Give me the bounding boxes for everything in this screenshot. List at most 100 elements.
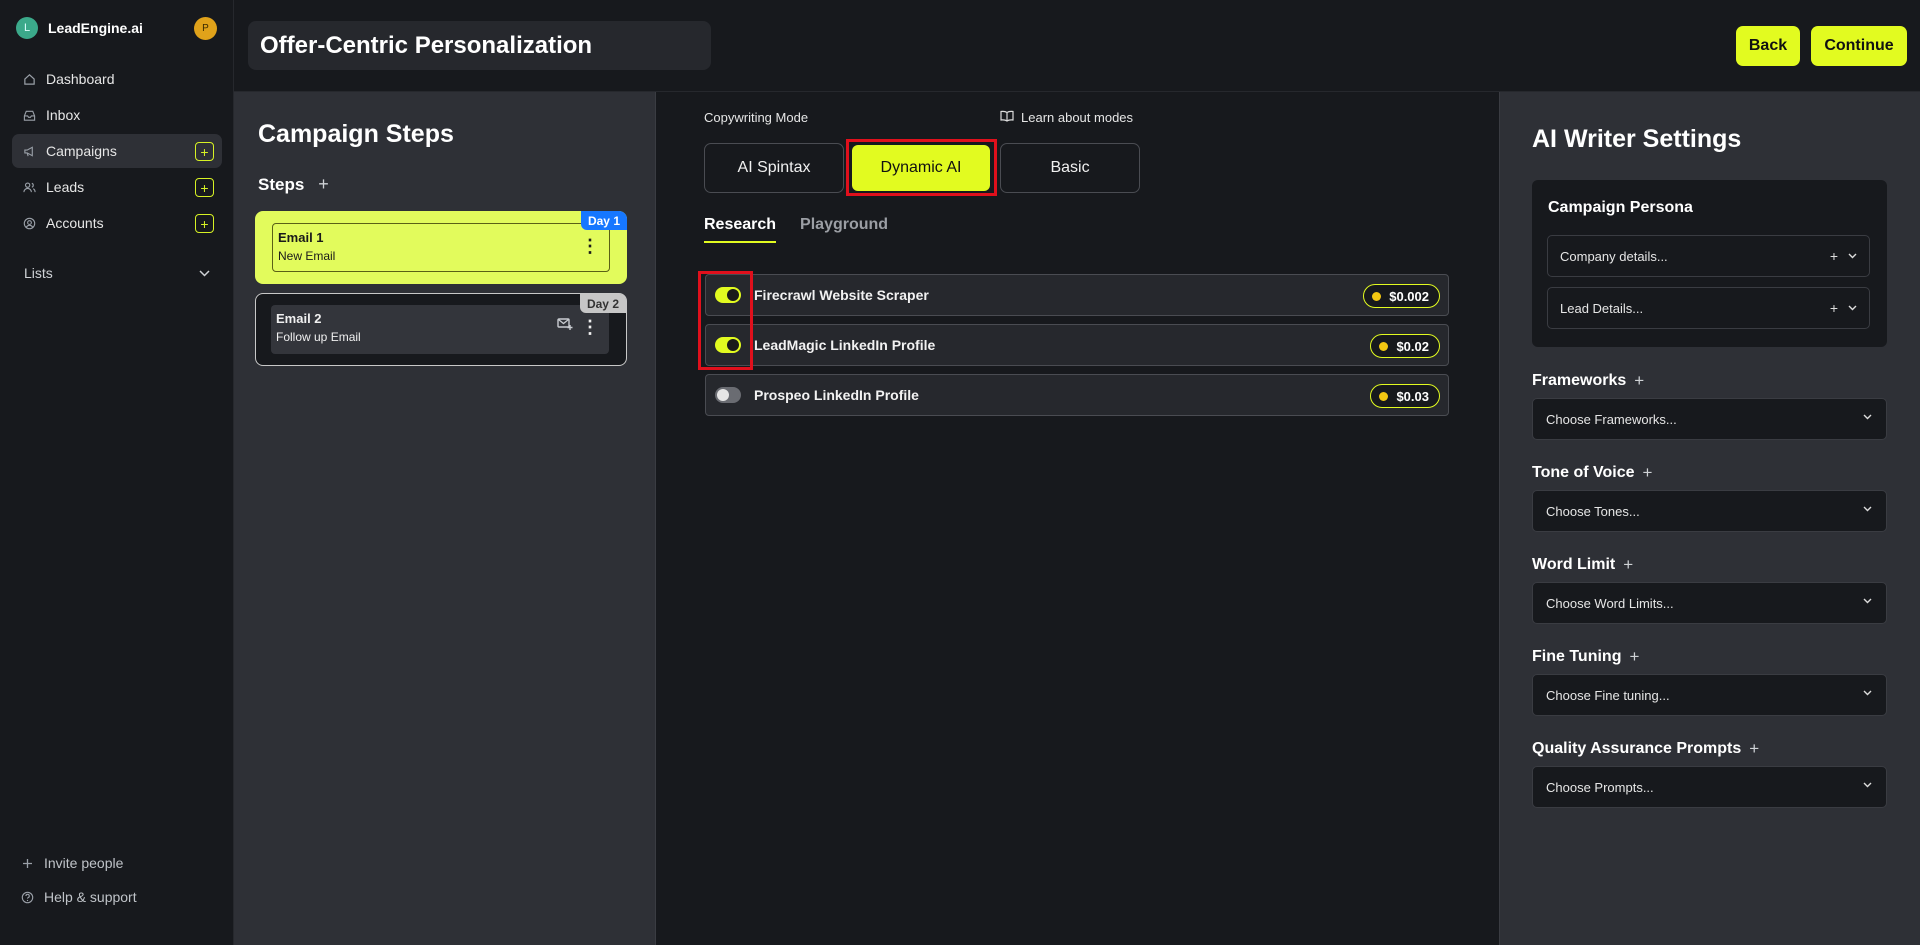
add-campaign-button[interactable]: + bbox=[195, 142, 214, 161]
chevron-down-icon[interactable] bbox=[1848, 251, 1857, 262]
dropdown-placeholder: Choose Fine tuning... bbox=[1546, 687, 1670, 703]
lists-label: Lists bbox=[24, 265, 53, 281]
dropdown-placeholder: Choose Word Limits... bbox=[1546, 595, 1674, 611]
step-content[interactable]: Email 1 New Email ⋮ bbox=[272, 223, 610, 272]
mode-dynamic-ai-button[interactable]: Dynamic AI bbox=[852, 145, 990, 191]
copywriting-tabs: Research Playground bbox=[704, 216, 912, 243]
help-support-link[interactable]: Help & support bbox=[20, 886, 137, 908]
brand[interactable]: L LeadEngine.ai bbox=[16, 16, 143, 40]
sidebar-item-dashboard[interactable]: Dashboard bbox=[12, 62, 222, 96]
fine-tuning-dropdown[interactable]: Choose Fine tuning... bbox=[1532, 674, 1887, 716]
sidebar-footer: Invite people Help & support bbox=[20, 852, 137, 920]
chevron-down-icon bbox=[1863, 688, 1872, 699]
invite-people-link[interactable]: Invite people bbox=[20, 852, 137, 874]
learn-label: Learn about modes bbox=[1021, 110, 1134, 125]
step-card-email-1[interactable]: Email 1 New Email ⋮ Day 1 bbox=[255, 211, 627, 284]
coin-icon bbox=[1379, 391, 1389, 401]
company-details-field[interactable]: Company details... + bbox=[1547, 235, 1870, 277]
section-label-text: Quality Assurance Prompts bbox=[1532, 740, 1742, 757]
lead-details-field[interactable]: Lead Details... + bbox=[1547, 287, 1870, 329]
ai-writer-settings-panel: AI Writer Settings Campaign Persona Comp… bbox=[1499, 92, 1920, 945]
step-desc: Follow up Email bbox=[276, 330, 361, 344]
lead-details-placeholder: Lead Details... bbox=[1560, 300, 1644, 316]
research-row: Prospeo LinkedIn Profile $0.03 bbox=[705, 374, 1449, 416]
chevron-down-icon bbox=[1863, 596, 1872, 607]
research-row: Firecrawl Website Scraper $0.002 bbox=[705, 274, 1449, 316]
users-icon bbox=[22, 180, 36, 194]
research-name: Firecrawl Website Scraper bbox=[754, 287, 929, 303]
add-framework-button[interactable]: + bbox=[1634, 371, 1644, 391]
sidebar-item-campaigns[interactable]: Campaigns + bbox=[12, 134, 222, 168]
word-limits-dropdown[interactable]: Choose Word Limits... bbox=[1532, 582, 1887, 624]
back-button[interactable]: Back bbox=[1736, 26, 1800, 66]
persona-title: Campaign Persona bbox=[1548, 199, 1693, 216]
invite-label: Invite people bbox=[44, 855, 124, 871]
sidebar-item-inbox[interactable]: Inbox bbox=[12, 98, 222, 132]
research-name: LeadMagic LinkedIn Profile bbox=[754, 337, 936, 353]
steps-subheading: Steps + bbox=[258, 174, 329, 195]
section-label-text: Fine Tuning bbox=[1532, 648, 1622, 665]
add-qa-prompt-button[interactable]: + bbox=[1749, 739, 1759, 759]
prospeo-toggle[interactable] bbox=[715, 387, 741, 403]
sidebar-item-label: Dashboard bbox=[46, 71, 115, 87]
mail-add-icon[interactable] bbox=[557, 317, 573, 331]
chevron-down-icon bbox=[1863, 412, 1872, 423]
day-badge: Day 2 bbox=[579, 294, 626, 313]
tab-playground[interactable]: Playground bbox=[800, 216, 888, 243]
qa-prompts-label: Quality Assurance Prompts + bbox=[1532, 739, 1759, 759]
step-content[interactable]: Email 2 Follow up Email ⋮ bbox=[271, 305, 609, 354]
leadmagic-toggle[interactable] bbox=[715, 337, 741, 353]
sidebar-item-label: Inbox bbox=[46, 107, 81, 123]
add-fine-tuning-button[interactable]: + bbox=[1629, 647, 1639, 667]
research-list: Firecrawl Website Scraper $0.002 LeadMag… bbox=[705, 274, 1449, 424]
add-step-button[interactable]: + bbox=[318, 174, 329, 195]
word-limit-label: Word Limit + bbox=[1532, 555, 1633, 575]
ai-settings-title: AI Writer Settings bbox=[1532, 125, 1742, 153]
research-name: Prospeo LinkedIn Profile bbox=[754, 387, 919, 403]
sidebar-nav: Dashboard Inbox Campaigns + Leads + Acco… bbox=[12, 62, 222, 242]
plus-icon[interactable]: + bbox=[1830, 300, 1838, 316]
chevron-down-icon bbox=[199, 266, 210, 280]
mode-ai-spintax-button[interactable]: AI Spintax bbox=[704, 143, 844, 193]
brand-logo: L bbox=[16, 17, 38, 39]
continue-button[interactable]: Continue bbox=[1811, 26, 1907, 66]
sidebar-item-accounts[interactable]: Accounts + bbox=[12, 206, 222, 240]
research-row: LeadMagic LinkedIn Profile $0.02 bbox=[705, 324, 1449, 366]
copywriting-panel: Copywriting Mode Learn about modes AI Sp… bbox=[656, 92, 1499, 945]
day-badge: Day 1 bbox=[580, 211, 627, 230]
tab-research[interactable]: Research bbox=[704, 216, 777, 243]
cost-badge: $0.002 bbox=[1363, 284, 1440, 308]
mode-basic-button[interactable]: Basic bbox=[1000, 143, 1140, 193]
lists-toggle[interactable]: Lists bbox=[24, 262, 210, 284]
account-icon bbox=[22, 216, 36, 230]
frameworks-dropdown[interactable]: Choose Frameworks... bbox=[1532, 398, 1887, 440]
cost-badge: $0.03 bbox=[1370, 384, 1440, 408]
cost-value: $0.02 bbox=[1396, 338, 1429, 354]
prompts-dropdown[interactable]: Choose Prompts... bbox=[1532, 766, 1887, 808]
coin-icon bbox=[1372, 291, 1382, 301]
step-desc: New Email bbox=[278, 249, 336, 263]
firecrawl-toggle[interactable] bbox=[715, 287, 741, 303]
section-label-text: Tone of Voice bbox=[1532, 464, 1635, 481]
chevron-down-icon[interactable] bbox=[1848, 303, 1857, 314]
field-icons: + bbox=[1830, 248, 1857, 264]
plus-icon[interactable]: + bbox=[1830, 248, 1838, 264]
add-account-button[interactable]: + bbox=[195, 214, 214, 233]
company-details-placeholder: Company details... bbox=[1560, 248, 1668, 264]
step-card-email-2[interactable]: Email 2 Follow up Email ⋮ Day 2 bbox=[255, 293, 627, 366]
add-tone-button[interactable]: + bbox=[1643, 463, 1653, 483]
tones-dropdown[interactable]: Choose Tones... bbox=[1532, 490, 1887, 532]
megaphone-icon bbox=[22, 144, 36, 158]
step-name: Email 2 bbox=[276, 311, 322, 326]
avatar[interactable]: P bbox=[194, 17, 217, 40]
cost-value: $0.002 bbox=[1389, 288, 1429, 304]
campaign-title-input[interactable]: Offer-Centric Personalization bbox=[248, 21, 711, 70]
add-word-limit-button[interactable]: + bbox=[1623, 555, 1633, 575]
add-lead-button[interactable]: + bbox=[195, 178, 214, 197]
more-menu-icon[interactable]: ⋮ bbox=[581, 237, 599, 255]
more-menu-icon[interactable]: ⋮ bbox=[581, 318, 599, 336]
learn-about-modes-link[interactable]: Learn about modes bbox=[1000, 110, 1133, 125]
chevron-down-icon bbox=[1863, 504, 1872, 515]
copywriting-mode-label: Copywriting Mode bbox=[704, 110, 809, 125]
sidebar-item-leads[interactable]: Leads + bbox=[12, 170, 222, 204]
